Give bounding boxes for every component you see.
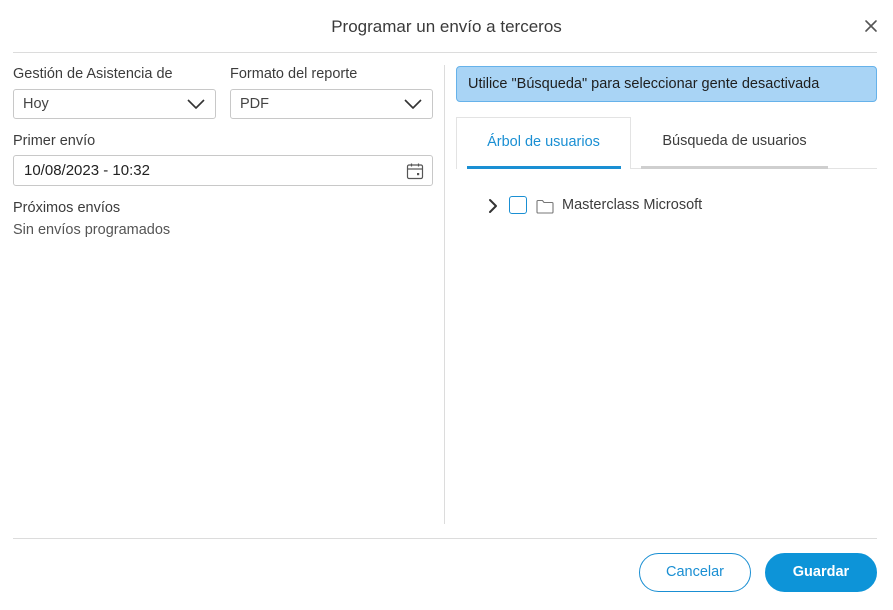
primer-envio-value: 10/08/2023 - 10:32 — [24, 162, 150, 179]
tab-arbol-usuarios[interactable]: Árbol de usuarios — [456, 117, 631, 169]
primer-envio-input[interactable]: 10/08/2023 - 10:32 — [13, 155, 433, 186]
inactive-tab-indicator — [641, 166, 828, 169]
formato-label: Formato del reporte — [230, 66, 358, 82]
column-divider — [444, 65, 445, 524]
save-button[interactable]: Guardar — [765, 553, 877, 592]
cancel-button[interactable]: Cancelar — [639, 553, 751, 592]
close-icon — [865, 20, 877, 32]
user-tabs: Árbol de usuarios Búsqueda de usuarios — [456, 117, 877, 169]
chevron-right-icon[interactable] — [486, 198, 500, 214]
proximos-envios-label: Próximos envíos — [13, 200, 121, 216]
tree-item: Masterclass Microsoft — [484, 194, 874, 218]
proximos-envios-value: Sin envíos programados — [13, 222, 171, 238]
tab-label: Búsqueda de usuarios — [662, 133, 807, 149]
gestion-select-value: Hoy — [23, 96, 49, 112]
info-banner-text: Utilice "Búsqueda" para seleccionar gent… — [468, 76, 820, 92]
chevron-down-icon — [187, 99, 205, 109]
close-button[interactable] — [863, 18, 879, 34]
dialog-header: Programar un envío a terceros — [0, 0, 893, 52]
tree-item-label[interactable]: Masterclass Microsoft — [562, 197, 702, 213]
formato-select[interactable]: PDF — [230, 89, 433, 119]
footer-divider — [13, 538, 877, 539]
folder-icon — [536, 199, 554, 214]
schedule-send-dialog: Programar un envío a terceros Gestión de… — [0, 0, 893, 610]
active-tab-indicator — [467, 166, 621, 169]
gestion-label: Gestión de Asistencia de — [13, 66, 173, 82]
calendar-icon[interactable] — [406, 162, 424, 180]
header-divider — [13, 52, 877, 53]
tree-item-checkbox[interactable] — [509, 196, 527, 214]
primer-envio-label: Primer envío — [13, 133, 96, 149]
formato-select-value: PDF — [240, 96, 269, 112]
tab-busqueda-usuarios[interactable]: Búsqueda de usuarios — [641, 117, 828, 169]
dialog-title: Programar un envío a terceros — [331, 17, 562, 36]
tab-label: Árbol de usuarios — [487, 134, 600, 150]
info-banner: Utilice "Búsqueda" para seleccionar gent… — [456, 66, 877, 102]
chevron-down-icon — [404, 99, 422, 109]
gestion-select[interactable]: Hoy — [13, 89, 216, 119]
